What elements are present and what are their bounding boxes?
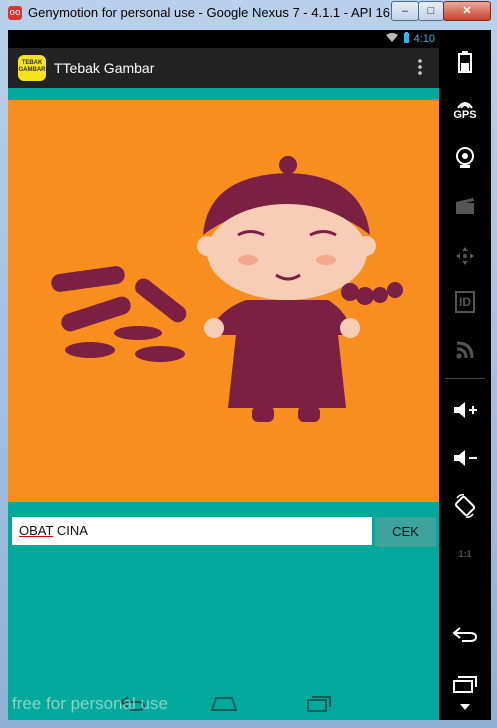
webcam-icon[interactable] xyxy=(439,138,491,178)
id-label: ID xyxy=(455,291,475,313)
id-widget[interactable]: ID xyxy=(439,282,491,322)
battery-widget-icon[interactable] xyxy=(439,42,491,82)
panel-divider xyxy=(445,378,485,379)
volume-up-icon[interactable] xyxy=(439,390,491,430)
overflow-menu-icon[interactable] xyxy=(417,58,423,78)
home-icon[interactable] xyxy=(210,694,238,712)
answer-word-2: CINA xyxy=(53,523,88,538)
scroll-down-icon[interactable] xyxy=(439,698,491,716)
check-button[interactable]: CEK xyxy=(375,517,436,547)
medicine-pills-illustration xyxy=(51,266,187,362)
app-title: TTebak Gambar xyxy=(54,60,155,76)
answer-word-1: OBAT xyxy=(19,523,54,538)
volume-down-icon[interactable] xyxy=(439,438,491,478)
top-strip xyxy=(8,88,439,100)
close-button[interactable]: ✕ xyxy=(443,1,491,21)
wifi-icon xyxy=(385,32,399,46)
puzzle-picture xyxy=(8,100,439,502)
watermark-text: free for personal use xyxy=(12,694,168,713)
window-titlebar[interactable]: oo Genymotion for personal use - Google … xyxy=(0,0,497,26)
android-screen: 4:10 TEBAK GAMBAR TTebak Gambar OBAT CIN… xyxy=(8,30,439,720)
status-bar: 4:10 xyxy=(8,30,439,48)
genymotion-side-panel: GPS ID 1:1 xyxy=(439,30,491,720)
rotate-icon[interactable] xyxy=(439,486,491,526)
answer-input[interactable]: OBAT CINA xyxy=(12,517,372,545)
ratio-label: 1:1 xyxy=(458,549,472,559)
screencast-icon[interactable] xyxy=(439,186,491,226)
emulator-window: oo Genymotion for personal use - Google … xyxy=(0,0,497,728)
action-bar: TEBAK GAMBAR TTebak Gambar xyxy=(8,48,439,88)
rss-icon[interactable] xyxy=(439,330,491,370)
app-logo: TEBAK GAMBAR xyxy=(18,55,46,81)
window-title: Genymotion for personal use - Google Nex… xyxy=(28,5,413,20)
maximize-button[interactable]: □ xyxy=(418,1,444,21)
minimize-button[interactable]: – xyxy=(391,1,419,21)
status-time: 4:10 xyxy=(413,33,435,45)
chinese-girl-illustration xyxy=(197,156,403,422)
genymotion-icon: oo xyxy=(8,6,22,20)
battery-icon xyxy=(403,32,410,46)
recent-apps-icon[interactable] xyxy=(304,694,332,712)
answer-row: OBAT CINA CEK xyxy=(8,514,439,550)
dpad-icon[interactable] xyxy=(439,236,491,276)
gps-label: GPS xyxy=(453,109,477,121)
gps-widget[interactable]: GPS xyxy=(439,90,491,130)
back-hardware-icon[interactable] xyxy=(439,614,491,654)
pixel-perfect-widget[interactable]: 1:1 xyxy=(439,534,491,574)
